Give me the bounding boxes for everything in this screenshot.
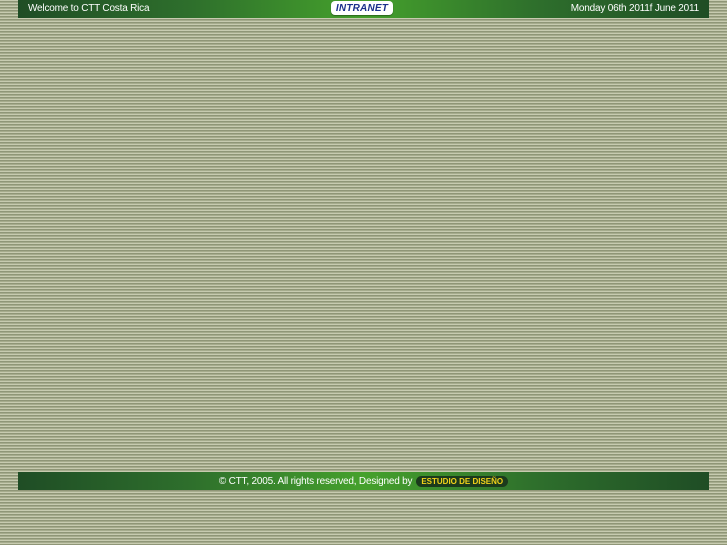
copyright-text: © CTT, 2005. All rights reserved, Design… bbox=[218, 475, 413, 487]
top-header-bar: Welcome to CTT Costa Rica INTRANET Monda… bbox=[18, 0, 709, 18]
footer-bar: © CTT, 2005. All rights reserved, Design… bbox=[18, 472, 709, 490]
date-text: Monday 06th 2011f June 2011 bbox=[570, 3, 699, 14]
intranet-button[interactable]: INTRANET bbox=[331, 1, 393, 15]
welcome-text: Welcome to CTT Costa Rica bbox=[28, 3, 150, 14]
designer-link[interactable]: ESTUDIO DE DISEÑO bbox=[416, 475, 509, 487]
